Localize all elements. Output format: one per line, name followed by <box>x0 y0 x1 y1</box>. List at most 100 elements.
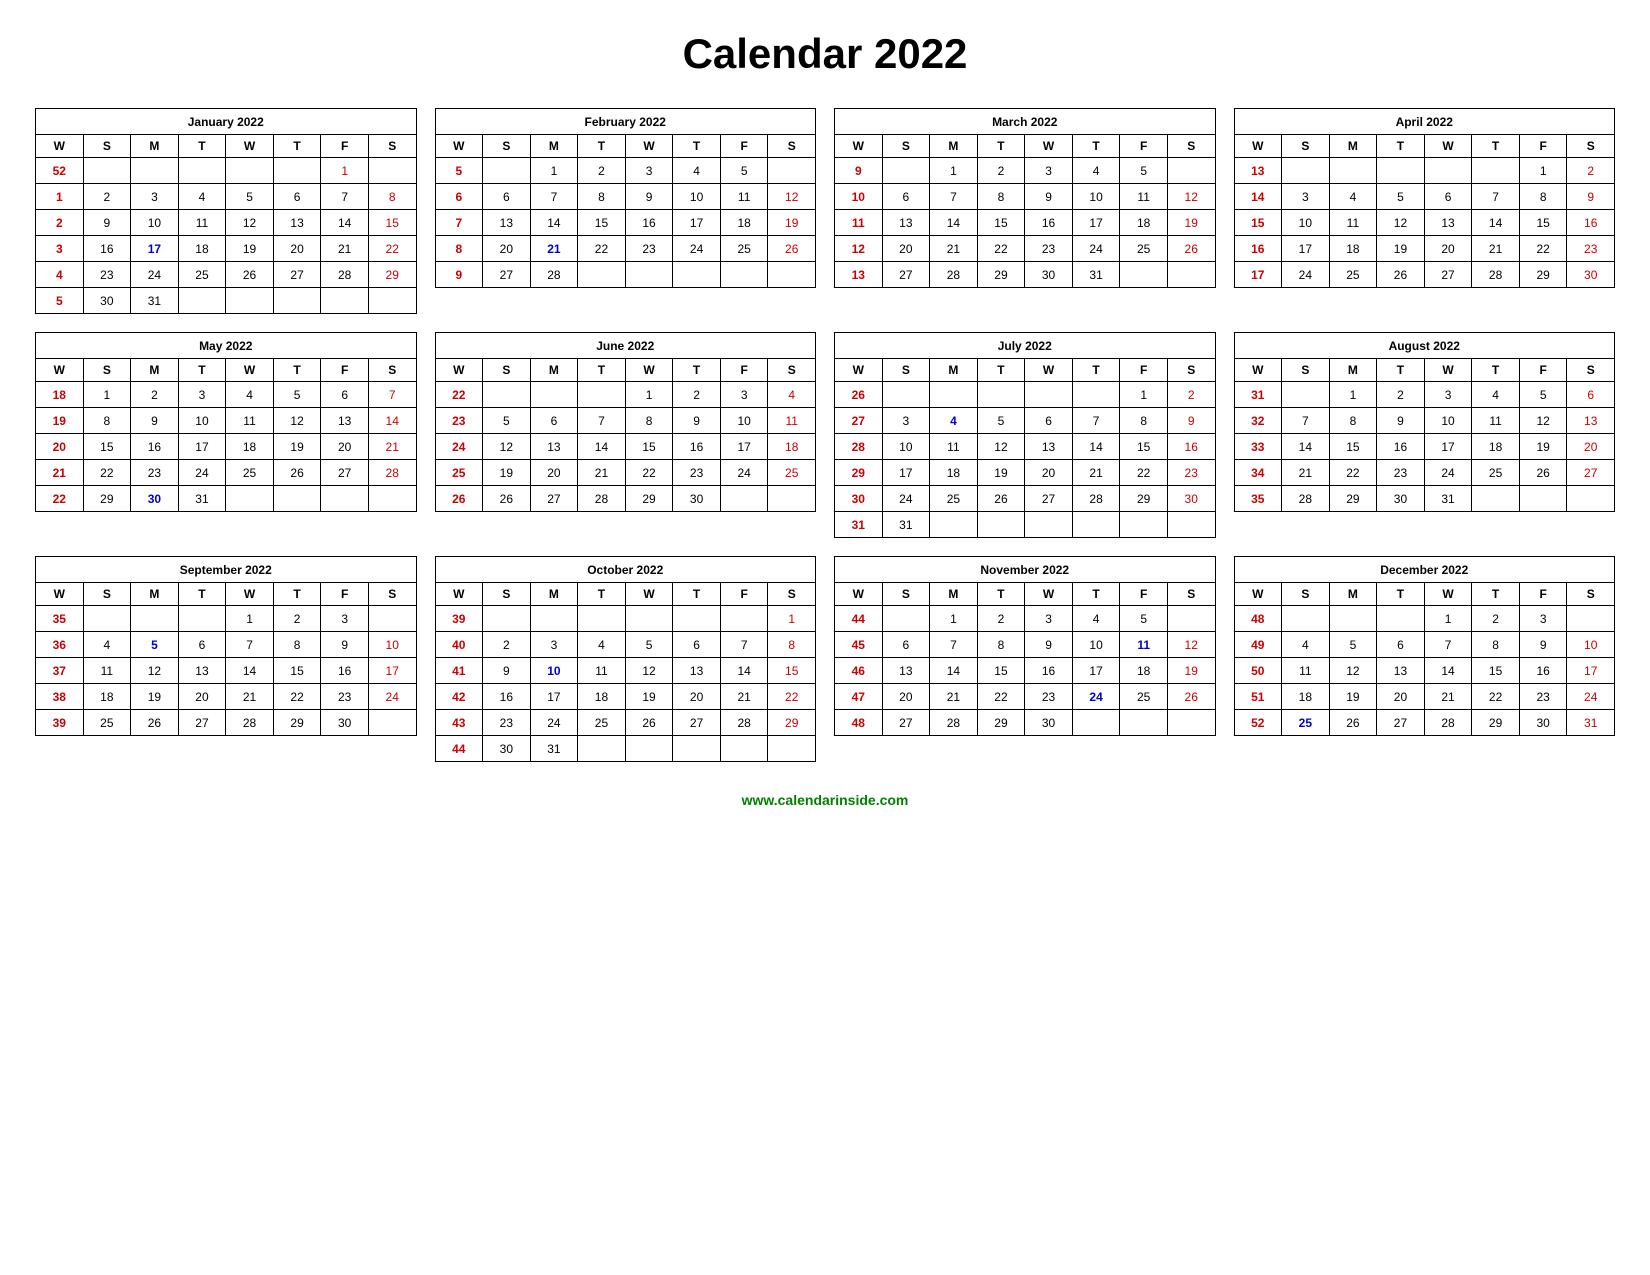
day-cell: 36 <box>36 632 84 658</box>
day-cell: 26 <box>1167 684 1215 710</box>
col-header-F: F <box>1519 359 1567 382</box>
day-cell: 6 <box>1025 408 1073 434</box>
day-cell: 9 <box>1519 632 1567 658</box>
table-row: 4613141516171819 <box>835 658 1216 684</box>
day-cell: 13 <box>1025 434 1073 460</box>
day-cell: 25 <box>435 460 483 486</box>
day-cell: 18 <box>226 434 274 460</box>
day-cell: 13 <box>882 210 930 236</box>
month-title-7: August 2022 <box>1234 333 1615 359</box>
day-cell <box>1377 606 1425 632</box>
day-cell <box>530 606 578 632</box>
table-row: 521 <box>36 158 417 184</box>
day-cell: 19 <box>768 210 816 236</box>
day-cell: 26 <box>835 382 883 408</box>
day-cell: 9 <box>1025 184 1073 210</box>
day-cell: 20 <box>673 684 721 710</box>
table-row: 5011121314151617 <box>1234 658 1615 684</box>
day-cell: 5 <box>1120 606 1168 632</box>
day-cell: 9 <box>835 158 883 184</box>
day-cell: 15 <box>1472 658 1520 684</box>
col-header-F: F <box>321 583 369 606</box>
day-cell <box>673 736 721 762</box>
day-cell: 26 <box>625 710 673 736</box>
day-cell: 26 <box>131 710 179 736</box>
day-cell: 20 <box>530 460 578 486</box>
day-cell: 27 <box>530 486 578 512</box>
month-table-11: December 2022WSMTWTFS4812349456789105011… <box>1234 556 1616 736</box>
day-cell: 2 <box>131 382 179 408</box>
month-1: February 2022WSMTWTFS5123456678910111271… <box>435 108 817 314</box>
col-header-S: S <box>1167 135 1215 158</box>
day-cell: 6 <box>1567 382 1615 408</box>
day-cell: 30 <box>1025 710 1073 736</box>
day-cell: 22 <box>977 684 1025 710</box>
day-cell: 26 <box>1167 236 1215 262</box>
day-cell: 17 <box>1567 658 1615 684</box>
day-cell <box>1282 606 1330 632</box>
month-table-5: June 2022WSMTWTFS22123423567891011241213… <box>435 332 817 512</box>
table-row: 22293031 <box>36 486 417 512</box>
col-header-S: S <box>1567 359 1615 382</box>
month-4: May 2022WSMTWTFS181234567198910111213142… <box>35 332 417 538</box>
day-cell: 13 <box>530 434 578 460</box>
day-cell: 47 <box>835 684 883 710</box>
day-cell <box>625 606 673 632</box>
day-cell <box>483 382 531 408</box>
col-header-W: W <box>435 359 483 382</box>
day-cell: 2 <box>273 606 321 632</box>
table-row: 35123 <box>36 606 417 632</box>
day-cell: 13 <box>321 408 369 434</box>
day-cell: 17 <box>673 210 721 236</box>
day-cell: 20 <box>273 236 321 262</box>
day-cell: 14 <box>1424 658 1472 684</box>
col-header-W: W <box>36 583 84 606</box>
day-cell: 4 <box>36 262 84 288</box>
col-header-S: S <box>882 359 930 382</box>
day-cell: 27 <box>321 460 369 486</box>
day-cell <box>1329 158 1377 184</box>
day-cell: 22 <box>578 236 626 262</box>
day-cell: 17 <box>530 684 578 710</box>
day-cell <box>1167 710 1215 736</box>
footer-link[interactable]: www.calendarinside.com <box>742 792 909 808</box>
day-cell: 16 <box>131 434 179 460</box>
day-cell: 14 <box>530 210 578 236</box>
day-cell: 11 <box>720 184 768 210</box>
col-header-T: T <box>578 135 626 158</box>
day-cell: 28 <box>368 460 416 486</box>
day-cell: 48 <box>835 710 883 736</box>
table-row: 316171819202122 <box>36 236 417 262</box>
table-row: 132728293031 <box>835 262 1216 288</box>
day-cell <box>768 158 816 184</box>
col-header-F: F <box>1120 583 1168 606</box>
day-cell: 14 <box>1072 434 1120 460</box>
day-cell: 1 <box>530 158 578 184</box>
day-cell: 4 <box>226 382 274 408</box>
day-cell: 19 <box>977 460 1025 486</box>
month-table-8: September 2022WSMTWTFS351233645678910371… <box>35 556 417 736</box>
day-cell: 6 <box>1424 184 1472 210</box>
table-row: 4945678910 <box>1234 632 1615 658</box>
day-cell: 3 <box>1025 606 1073 632</box>
col-header-M: M <box>930 583 978 606</box>
day-cell: 21 <box>1472 236 1520 262</box>
day-cell: 17 <box>1072 210 1120 236</box>
day-cell: 10 <box>1282 210 1330 236</box>
day-cell: 20 <box>882 236 930 262</box>
day-cell: 5 <box>977 408 1025 434</box>
day-cell <box>178 288 226 314</box>
day-cell: 3 <box>530 632 578 658</box>
day-cell: 10 <box>882 434 930 460</box>
table-row: 820212223242526 <box>435 236 816 262</box>
day-cell: 26 <box>273 460 321 486</box>
col-header-T: T <box>1072 135 1120 158</box>
day-cell <box>1329 606 1377 632</box>
day-cell: 27 <box>882 262 930 288</box>
day-cell: 21 <box>1424 684 1472 710</box>
day-cell: 33 <box>1234 434 1282 460</box>
day-cell <box>368 486 416 512</box>
col-header-T: T <box>1377 359 1425 382</box>
day-cell: 20 <box>1025 460 1073 486</box>
day-cell: 20 <box>882 684 930 710</box>
